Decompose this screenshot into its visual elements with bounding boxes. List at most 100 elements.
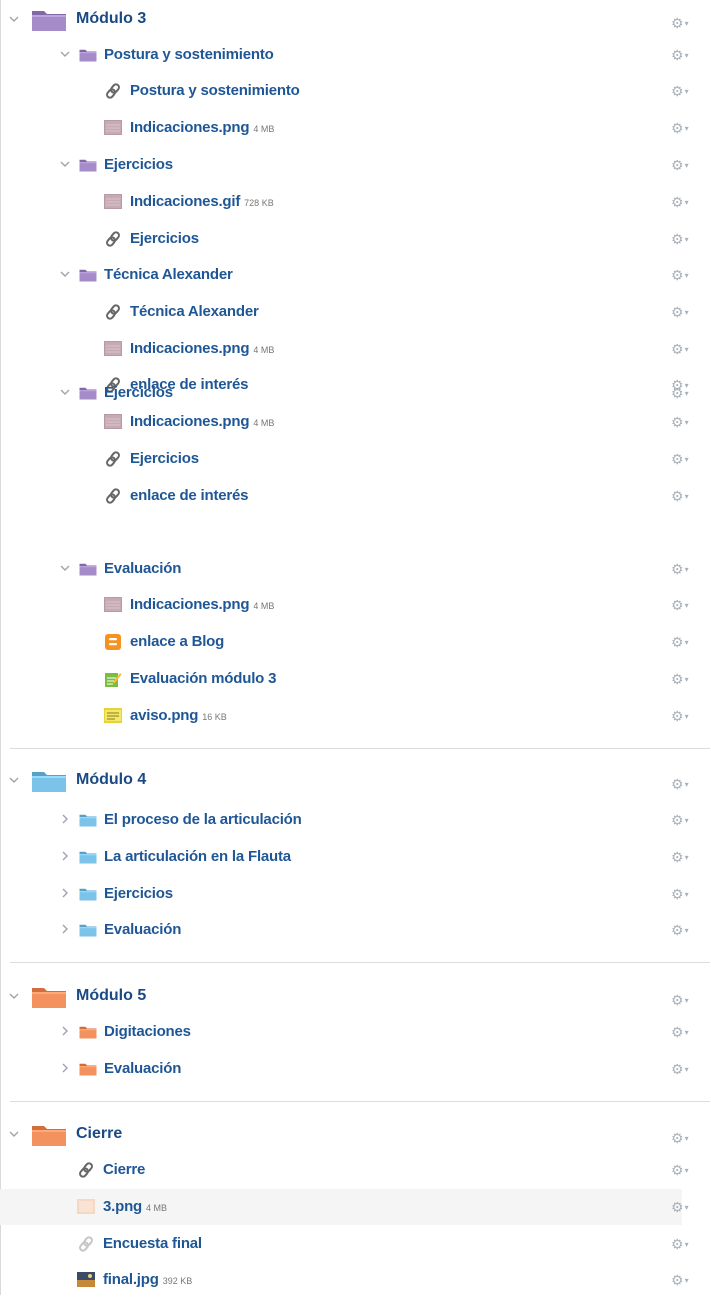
- activity-actions-button[interactable]: ⚙▾: [671, 1199, 697, 1215]
- chevron-right-icon[interactable]: [58, 850, 72, 864]
- gear-icon: ⚙: [671, 341, 684, 357]
- section-actions-button[interactable]: ⚙▾: [671, 776, 697, 792]
- gear-icon: ⚙: [671, 488, 684, 504]
- topic-title[interactable]: El proceso de la articulación: [104, 810, 302, 830]
- chevron-down-icon[interactable]: [7, 13, 21, 27]
- activity-link[interactable]: Ejercicios: [130, 229, 199, 249]
- chevron-right-icon[interactable]: [58, 1062, 72, 1076]
- activity-link[interactable]: Indicaciones.png 4 MB: [130, 339, 274, 360]
- topic-title[interactable]: Técnica Alexander: [104, 265, 233, 285]
- activity-link[interactable]: Evaluación módulo 3: [130, 669, 276, 689]
- topic-title[interactable]: Ejercicios: [104, 884, 173, 904]
- folder-icon: [79, 562, 97, 576]
- topic-actions-button[interactable]: ⚙▾: [671, 1024, 697, 1040]
- activity-actions-button[interactable]: ⚙▾: [671, 414, 697, 430]
- topic-title[interactable]: Ejercicios: [104, 155, 173, 175]
- section-title[interactable]: Módulo 5: [76, 986, 146, 1006]
- activity-actions-button[interactable]: ⚙▾: [671, 634, 697, 650]
- section-actions-button[interactable]: ⚙▾: [671, 1130, 697, 1146]
- activity-actions-button[interactable]: ⚙▾: [671, 1272, 697, 1288]
- activity-actions-button[interactable]: ⚙▾: [671, 304, 697, 320]
- chevron-down-icon[interactable]: [58, 386, 72, 400]
- topic-title[interactable]: Evaluación: [104, 1059, 181, 1079]
- activity-actions-button[interactable]: ⚙▾: [671, 120, 697, 136]
- caret-down-icon: ▾: [684, 124, 689, 133]
- section-title[interactable]: Cierre: [76, 1124, 122, 1144]
- gear-icon: ⚙: [671, 385, 684, 401]
- activity-actions-button[interactable]: ⚙▾: [671, 1162, 697, 1178]
- activity-actions-button[interactable]: ⚙▾: [671, 671, 697, 687]
- activity-actions-button[interactable]: ⚙▾: [671, 341, 697, 357]
- topic-title[interactable]: Digitaciones: [104, 1022, 191, 1042]
- chevron-down-icon[interactable]: [58, 48, 72, 62]
- chevron-right-icon[interactable]: [58, 887, 72, 901]
- activity-link[interactable]: Encuesta final: [103, 1234, 202, 1254]
- activity-link[interactable]: final.jpg 392 KB: [103, 1270, 192, 1291]
- link-icon: [104, 450, 122, 468]
- chevron-down-icon[interactable]: [7, 1128, 21, 1142]
- activity-link[interactable]: Indicaciones.png 4 MB: [130, 412, 274, 433]
- topic-actions-button[interactable]: ⚙▾: [671, 561, 697, 577]
- file-size: 392 KB: [162, 1276, 193, 1286]
- chevron-down-icon[interactable]: [7, 774, 21, 788]
- activity-link[interactable]: Ejercicios: [130, 449, 199, 469]
- topic-actions-button[interactable]: ⚙▾: [671, 849, 697, 865]
- activity-link[interactable]: enlace a Blog: [130, 632, 224, 652]
- caret-down-icon: ▾: [684, 87, 689, 96]
- topic-actions-button[interactable]: ⚙▾: [671, 812, 697, 828]
- section-actions-button[interactable]: ⚙▾: [671, 992, 697, 1008]
- activity-link[interactable]: Técnica Alexander: [130, 302, 259, 322]
- activity-label: Postura y sostenimiento: [130, 82, 300, 99]
- topic-title[interactable]: Postura y sostenimiento: [104, 45, 274, 65]
- topic-actions-button[interactable]: ⚙▾: [671, 886, 697, 902]
- chevron-right-icon[interactable]: [58, 813, 72, 827]
- activity-actions-button[interactable]: ⚙▾: [671, 194, 697, 210]
- topic-actions-button[interactable]: ⚙▾: [671, 47, 697, 63]
- activity-actions-button[interactable]: ⚙▾: [671, 83, 697, 99]
- folder-icon: [79, 887, 97, 901]
- topic-actions-button[interactable]: ⚙▾: [671, 1061, 697, 1077]
- topic-title[interactable]: Evaluación: [104, 559, 181, 579]
- chevron-down-icon[interactable]: [58, 268, 72, 282]
- chevron-down-icon[interactable]: [7, 990, 21, 1004]
- topic-title[interactable]: Evaluación: [104, 920, 181, 940]
- activity-actions-button[interactable]: ⚙▾: [671, 597, 697, 613]
- gear-icon: ⚙: [671, 231, 684, 247]
- gear-icon: ⚙: [671, 1272, 684, 1288]
- activity-link[interactable]: Cierre: [103, 1160, 145, 1180]
- topic-actions-button[interactable]: ⚙▾: [671, 385, 697, 401]
- activity-link[interactable]: Indicaciones.gif 728 KB: [130, 192, 274, 213]
- chevron-right-icon[interactable]: [58, 923, 72, 937]
- activity-label: Cierre: [103, 1161, 146, 1178]
- activity-link[interactable]: aviso.png 16 KB: [130, 706, 227, 727]
- topic-title[interactable]: La articulación en la Flauta: [104, 847, 291, 867]
- activity-link[interactable]: 3.png 4 MB: [103, 1197, 167, 1218]
- topic-actions-button[interactable]: ⚙▾: [671, 157, 697, 173]
- topic-actions-button[interactable]: ⚙▾: [671, 922, 697, 938]
- activity-actions-button[interactable]: ⚙▾: [671, 708, 697, 724]
- activity-link[interactable]: Postura y sostenimiento: [130, 81, 300, 101]
- activity-actions-button[interactable]: ⚙▾: [671, 1236, 697, 1252]
- activity-link[interactable]: Indicaciones.png 4 MB: [130, 595, 274, 616]
- file-size: 4 MB: [253, 124, 275, 134]
- activity-actions-button[interactable]: ⚙▾: [671, 451, 697, 467]
- assignment-icon: [104, 670, 122, 688]
- caret-down-icon: ▾: [684, 492, 689, 501]
- section-title[interactable]: Módulo 3: [76, 9, 146, 29]
- activity-link[interactable]: Indicaciones.png 4 MB: [130, 118, 274, 139]
- topic-actions-button[interactable]: ⚙▾: [671, 267, 697, 283]
- activity-label: Técnica Alexander: [130, 303, 259, 320]
- activity-actions-button[interactable]: ⚙▾: [671, 231, 697, 247]
- image-file-icon: [104, 596, 122, 614]
- activity-actions-button[interactable]: ⚙▾: [671, 488, 697, 504]
- section-actions-button[interactable]: ⚙▾: [671, 15, 697, 31]
- file-size: 4 MB: [253, 601, 275, 611]
- topic-title[interactable]: Ejercicios: [104, 383, 173, 403]
- activity-link[interactable]: enlace de interés: [130, 486, 249, 506]
- caret-down-icon: ▾: [684, 308, 689, 317]
- image-file-icon: [104, 413, 122, 431]
- section-title[interactable]: Módulo 4: [76, 770, 146, 790]
- chevron-right-icon[interactable]: [58, 1025, 72, 1039]
- chevron-down-icon[interactable]: [58, 158, 72, 172]
- chevron-down-icon[interactable]: [58, 562, 72, 576]
